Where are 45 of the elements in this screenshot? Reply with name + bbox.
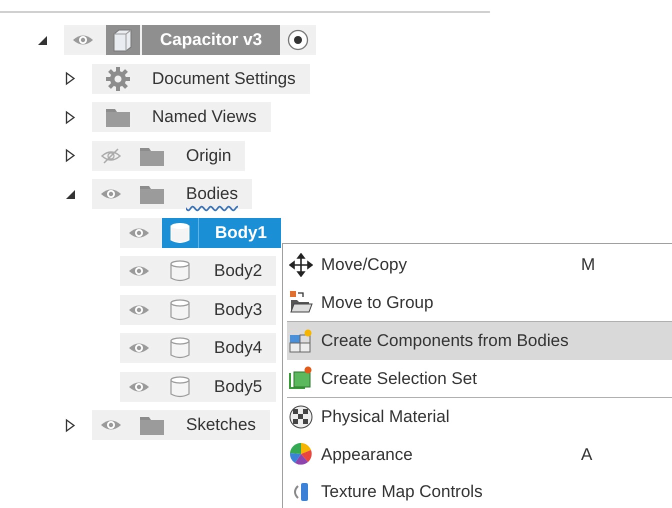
node-label: Body5	[213, 376, 264, 398]
blocks-star-icon	[289, 328, 313, 353]
node-label: Body1	[198, 218, 281, 248]
node-label: Bodies	[185, 183, 239, 206]
node-label: Document Settings	[151, 68, 297, 90]
tree-row[interactable]: Origin	[92, 140, 246, 171]
tree-row[interactable]: Body1	[120, 218, 281, 248]
cylinder-icon	[169, 220, 191, 245]
radio-button[interactable]	[287, 29, 310, 52]
expand-toggle-icon[interactable]	[64, 418, 76, 433]
folder-icon	[140, 184, 164, 204]
expand-toggle-icon[interactable]	[64, 148, 76, 164]
move-arrows-icon	[289, 252, 313, 277]
color-wheel-icon	[289, 442, 313, 466]
tree-row[interactable]: Body4	[120, 333, 276, 364]
cylinder-icon	[169, 259, 191, 284]
expand-toggle-icon[interactable]	[64, 110, 76, 125]
node-label: Sketches	[185, 414, 257, 436]
folder-icon	[140, 146, 164, 166]
cylinder-icon	[169, 336, 191, 360]
node-label: Body2	[213, 260, 264, 282]
cylinder-icon	[169, 298, 191, 322]
tree-row[interactable]: Named Views	[92, 102, 271, 132]
cylinder-icon	[169, 374, 191, 399]
tree-row[interactable]: Sketches	[92, 410, 270, 440]
hidden-eye-icon[interactable]	[100, 148, 122, 164]
tree-row[interactable]: Bodies	[92, 179, 252, 210]
component-label: Capacitor v3	[142, 25, 280, 56]
node-label: Body3	[213, 298, 264, 321]
tree-row[interactable]: Body3	[120, 294, 276, 325]
tree-row[interactable]: Document Settings	[92, 64, 310, 94]
checker-ball-icon	[289, 404, 313, 429]
expand-toggle-icon[interactable]	[64, 71, 76, 86]
menu-item[interactable]: Create Components from Bodies	[287, 322, 672, 360]
folder-icon	[140, 415, 164, 436]
folder-icon	[106, 107, 130, 128]
shortcut-label: M	[581, 254, 596, 276]
tree-row[interactable]: Body5	[120, 372, 276, 402]
node-label: Body4	[213, 337, 264, 360]
node-label: Named Views	[151, 106, 258, 128]
shortcut-label: A	[581, 444, 592, 466]
folder-arrow-icon	[289, 290, 313, 314]
node-label: Origin	[185, 144, 232, 167]
window-star-icon	[289, 366, 313, 390]
tree-row[interactable]: Body2	[120, 256, 276, 286]
